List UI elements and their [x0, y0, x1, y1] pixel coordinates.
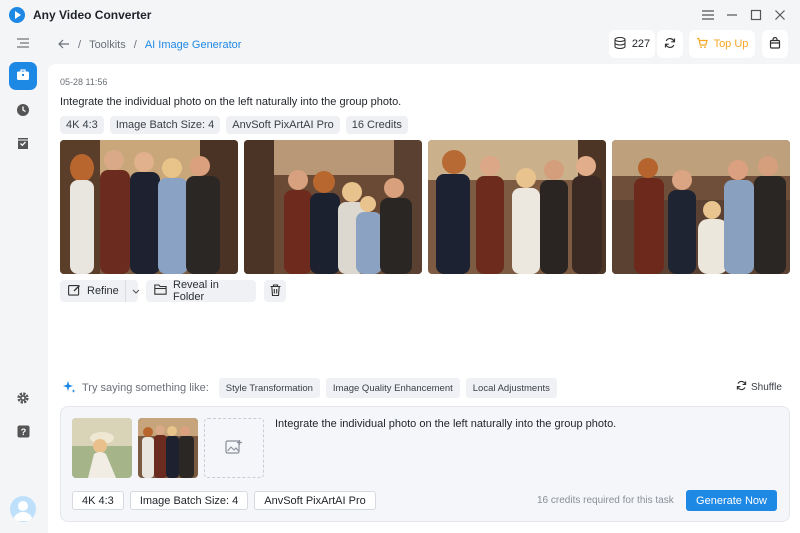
- breadcrumb-separator: /: [133, 39, 137, 51]
- svg-text:?: ?: [20, 427, 26, 437]
- store-button[interactable]: [762, 30, 788, 58]
- sidebar: ?: [0, 30, 46, 533]
- generation-options: 4K 4:3 Image Batch Size: 4 AnvSoft PixAr…: [72, 491, 376, 510]
- task-prompt: Integrate the individual photo on the le…: [60, 96, 402, 108]
- help-icon: ?: [17, 425, 30, 441]
- sidebar-item-history[interactable]: [9, 97, 37, 125]
- close-icon[interactable]: [770, 5, 790, 25]
- result-image-3[interactable]: [428, 140, 606, 274]
- top-up-button[interactable]: Top Up: [689, 30, 755, 58]
- clock-icon: [16, 103, 30, 120]
- suggestions-row: Try saying something like: Style Transfo…: [62, 378, 557, 398]
- suggestion-chip-local-adjustments[interactable]: Local Adjustments: [465, 378, 557, 398]
- back-arrow-icon[interactable]: [58, 39, 70, 52]
- option-resolution[interactable]: 4K 4:3: [72, 491, 124, 510]
- tag-batch-size: Image Batch Size: 4: [109, 116, 221, 134]
- option-model[interactable]: AnvSoft PixArtAI Pro: [254, 491, 376, 510]
- cart-icon: [696, 37, 708, 52]
- delete-button[interactable]: [264, 280, 286, 302]
- tag-model: AnvSoft PixArtAI Pro: [226, 116, 340, 134]
- add-image-icon: [225, 439, 243, 458]
- shuffle-label: Shuffle: [751, 381, 782, 393]
- breadcrumb: / Toolkits / AI Image Generator: [58, 36, 241, 54]
- breadcrumb-toolkits[interactable]: Toolkits: [89, 39, 126, 51]
- top-up-label: Top Up: [713, 38, 749, 50]
- tag-credits: 16 Credits: [345, 116, 408, 134]
- suggestion-chip-style-transformation[interactable]: Style Transformation: [218, 378, 320, 398]
- minimize-icon[interactable]: [722, 5, 742, 25]
- generate-now-button[interactable]: Generate Now: [686, 490, 777, 511]
- maximize-icon[interactable]: [746, 5, 766, 25]
- reveal-in-folder-button[interactable]: Reveal in Folder: [146, 279, 256, 303]
- reveal-in-folder-label: Reveal in Folder: [173, 279, 219, 303]
- task-tags: 4K 4:3 Image Batch Size: 4 AnvSoft PixAr…: [60, 116, 408, 134]
- shuffle-button[interactable]: Shuffle: [736, 380, 782, 394]
- checklist-icon: [17, 137, 29, 153]
- credits-count: 227: [631, 38, 651, 50]
- refine-button[interactable]: Refine: [60, 280, 140, 302]
- task-timestamp: 05-28 11:56: [60, 77, 108, 87]
- suggestion-chip-image-quality[interactable]: Image Quality Enhancement: [325, 378, 460, 398]
- result-image-2[interactable]: [244, 140, 422, 274]
- credits-balance[interactable]: 227: [609, 30, 655, 58]
- result-image-4[interactable]: [612, 140, 790, 274]
- add-image-button[interactable]: [204, 418, 264, 478]
- sidebar-item-settings[interactable]: [9, 385, 37, 413]
- sparkle-icon: [62, 380, 76, 397]
- user-icon: [13, 501, 33, 521]
- app-logo-icon: [9, 7, 25, 23]
- sidebar-item-toolkit[interactable]: [9, 62, 37, 90]
- toolbox-icon: [16, 68, 30, 84]
- refresh-icon: [664, 37, 676, 52]
- refine-label: Refine: [87, 285, 119, 297]
- input-image-group[interactable]: [138, 418, 198, 478]
- database-icon: [614, 36, 626, 52]
- chevron-down-icon[interactable]: [124, 280, 140, 302]
- app-title: Any Video Converter: [33, 8, 152, 22]
- shopping-bag-icon: [769, 36, 781, 52]
- sidebar-menu-button[interactable]: [9, 30, 37, 58]
- refresh-icon: [736, 380, 747, 394]
- result-image-1[interactable]: [60, 140, 238, 274]
- sidebar-item-tasks[interactable]: [9, 131, 37, 159]
- sidebar-item-help[interactable]: ?: [9, 419, 37, 447]
- hamburger-icon: [17, 37, 29, 51]
- folder-icon: [154, 284, 167, 298]
- main-panel: 05-28 11:56 Integrate the individual pho…: [48, 64, 800, 533]
- menu-icon[interactable]: [698, 5, 718, 25]
- refresh-button[interactable]: [657, 30, 683, 58]
- breadcrumb-current: AI Image Generator: [144, 39, 242, 51]
- result-images: [60, 140, 790, 274]
- tag-resolution: 4K 4:3: [60, 116, 104, 134]
- suggestions-label: Try saying something like:: [82, 382, 209, 394]
- trash-icon: [270, 283, 281, 299]
- prompt-composer: Integrate the individual photo on the le…: [60, 406, 790, 522]
- input-image-individual[interactable]: [72, 418, 132, 478]
- prompt-input[interactable]: Integrate the individual photo on the le…: [275, 418, 616, 430]
- title-bar: Any Video Converter: [0, 0, 800, 30]
- breadcrumb-separator: /: [78, 39, 82, 51]
- option-batch-size[interactable]: Image Batch Size: 4: [129, 491, 249, 510]
- credits-required-note: 16 credits required for this task: [537, 495, 674, 506]
- edit-icon: [68, 284, 81, 299]
- avatar[interactable]: [10, 496, 36, 522]
- gear-icon: [16, 391, 30, 408]
- result-actions: Refine Reveal in Folder: [60, 279, 286, 303]
